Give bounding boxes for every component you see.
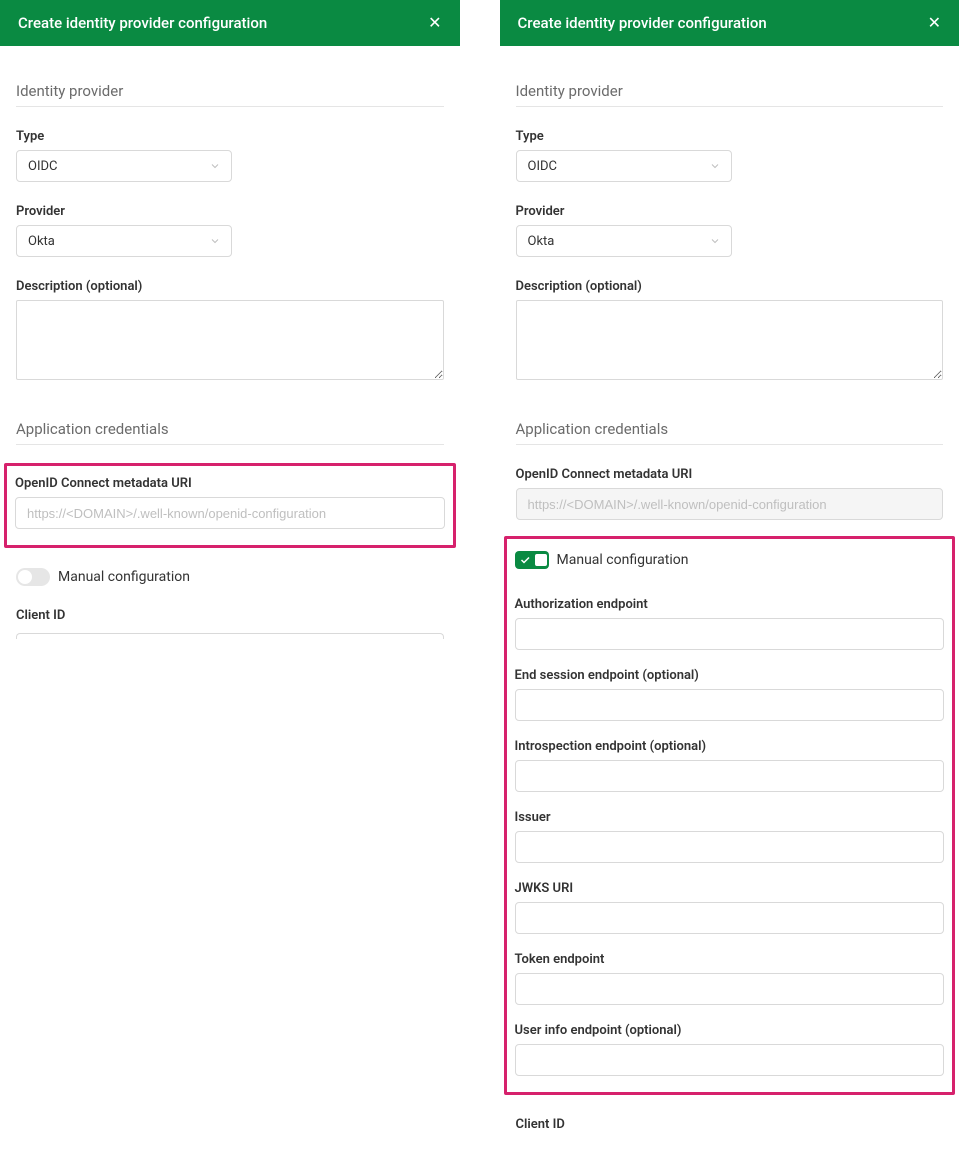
manual-config-row: Manual configuration — [515, 551, 945, 569]
check-icon — [519, 554, 531, 566]
toggle-knob — [535, 554, 547, 566]
field-type: Type OIDC — [516, 129, 944, 182]
manual-config-toggle[interactable] — [515, 551, 549, 569]
manual-config-row: Manual configuration — [16, 568, 444, 586]
provider-select[interactable]: Okta — [16, 225, 232, 257]
auth-endpoint-label: Authorization endpoint — [515, 597, 945, 612]
section-identity-provider: Identity provider — [16, 82, 444, 107]
field-metadata-uri: OpenID Connect metadata URI — [516, 467, 944, 520]
provider-select[interactable]: Okta — [516, 225, 732, 257]
end-session-endpoint-input[interactable] — [515, 689, 945, 721]
right-panel: Create identity provider configuration ✕… — [500, 0, 959, 1138]
token-endpoint-input[interactable] — [515, 973, 945, 1005]
client-id-label: Client ID — [16, 608, 444, 623]
field-description: Description (optional) — [516, 279, 944, 384]
type-value: OIDC — [28, 159, 57, 174]
client-id-label: Client ID — [516, 1117, 944, 1132]
token-endpoint-label: Token endpoint — [515, 952, 945, 967]
dialog-title: Create identity provider configuration — [18, 14, 267, 32]
provider-value: Okta — [28, 234, 55, 249]
provider-value: Okta — [528, 234, 555, 249]
metadata-uri-label: OpenID Connect metadata URI — [516, 467, 944, 482]
highlight-manual-config: Manual configuration Authorization endpo… — [504, 536, 956, 1095]
field-issuer: Issuer — [515, 810, 945, 863]
field-provider: Provider Okta — [16, 204, 444, 257]
section-application-credentials: Application credentials — [516, 420, 944, 445]
section-identity-provider: Identity provider — [516, 82, 944, 107]
field-jwks-uri: JWKS URI — [515, 881, 945, 934]
end-session-endpoint-label: End session endpoint (optional) — [515, 668, 945, 683]
user-info-endpoint-input[interactable] — [515, 1044, 945, 1076]
field-metadata-uri: OpenID Connect metadata URI — [15, 476, 445, 529]
client-id-input[interactable] — [16, 633, 444, 639]
manual-config-label: Manual configuration — [557, 552, 689, 568]
issuer-input[interactable] — [515, 831, 945, 863]
dialog-title: Create identity provider configuration — [518, 14, 767, 32]
type-value: OIDC — [528, 159, 557, 174]
metadata-uri-input[interactable] — [15, 497, 445, 529]
provider-label: Provider — [516, 204, 944, 219]
close-icon[interactable]: ✕ — [928, 15, 941, 31]
metadata-uri-label: OpenID Connect metadata URI — [15, 476, 445, 491]
introspection-endpoint-input[interactable] — [515, 760, 945, 792]
field-introspection-endpoint: Introspection endpoint (optional) — [515, 739, 945, 792]
type-label: Type — [516, 129, 944, 144]
auth-endpoint-input[interactable] — [515, 618, 945, 650]
jwks-uri-label: JWKS URI — [515, 881, 945, 896]
introspection-endpoint-label: Introspection endpoint (optional) — [515, 739, 945, 754]
chevron-down-icon — [209, 160, 221, 172]
section-application-credentials: Application credentials — [16, 420, 444, 445]
field-provider: Provider Okta — [516, 204, 944, 257]
metadata-uri-input — [516, 488, 944, 520]
jwks-uri-input[interactable] — [515, 902, 945, 934]
type-select[interactable]: OIDC — [516, 150, 732, 182]
issuer-label: Issuer — [515, 810, 945, 825]
field-description: Description (optional) — [16, 279, 444, 384]
manual-config-toggle[interactable] — [16, 568, 50, 586]
left-panel: Create identity provider configuration ✕… — [0, 0, 460, 645]
description-label: Description (optional) — [16, 279, 444, 294]
highlight-metadata-uri: OpenID Connect metadata URI — [4, 463, 456, 548]
close-icon[interactable]: ✕ — [428, 15, 441, 31]
manual-config-label: Manual configuration — [58, 569, 190, 585]
type-select[interactable]: OIDC — [16, 150, 232, 182]
description-input[interactable] — [16, 300, 444, 380]
chevron-down-icon — [709, 235, 721, 247]
field-type: Type OIDC — [16, 129, 444, 182]
chevron-down-icon — [709, 160, 721, 172]
provider-label: Provider — [16, 204, 444, 219]
field-auth-endpoint: Authorization endpoint — [515, 597, 945, 650]
type-label: Type — [16, 129, 444, 144]
chevron-down-icon — [209, 235, 221, 247]
field-user-info-endpoint: User info endpoint (optional) — [515, 1023, 945, 1076]
dialog-header: Create identity provider configuration ✕ — [500, 0, 959, 46]
field-client-id: Client ID — [516, 1117, 944, 1132]
dialog-header: Create identity provider configuration ✕ — [0, 0, 460, 46]
description-input[interactable] — [516, 300, 944, 380]
field-client-id: Client ID — [16, 608, 444, 645]
field-token-endpoint: Token endpoint — [515, 952, 945, 1005]
description-label: Description (optional) — [516, 279, 944, 294]
user-info-endpoint-label: User info endpoint (optional) — [515, 1023, 945, 1038]
field-end-session-endpoint: End session endpoint (optional) — [515, 668, 945, 721]
